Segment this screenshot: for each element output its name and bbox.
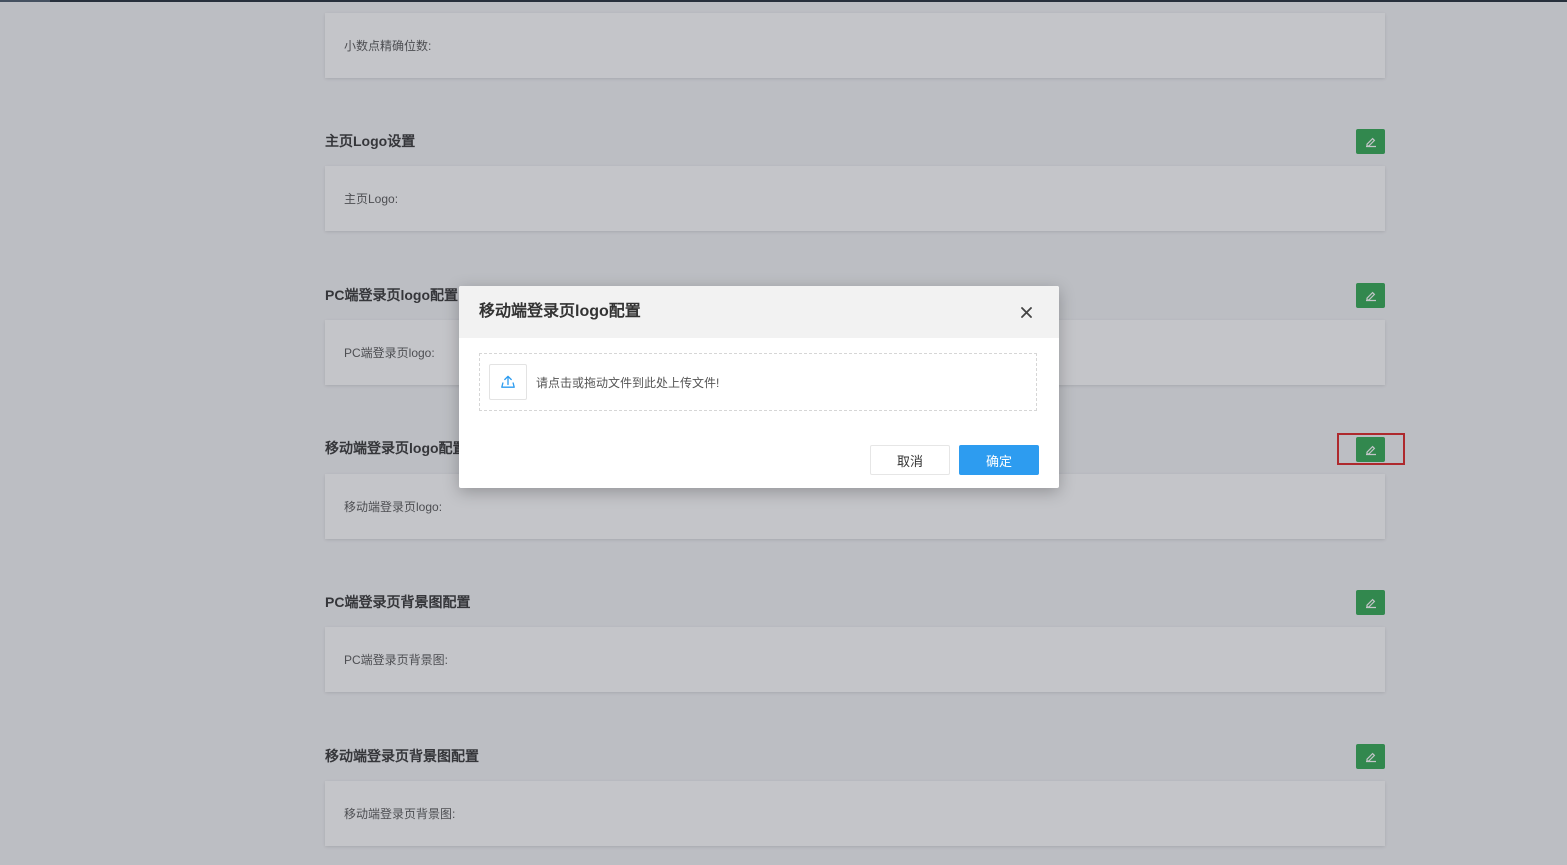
upload-dropzone[interactable]: 请点击或拖动文件到此处上传文件! (479, 353, 1037, 411)
close-icon (1020, 306, 1032, 318)
close-button[interactable] (1016, 302, 1036, 322)
cancel-button[interactable]: 取消 (870, 445, 950, 475)
upload-modal: 移动端登录页logo配置 请点击或拖动文件到此处上传文件! 取消 确定 (459, 286, 1059, 488)
dropzone-text: 请点击或拖动文件到此处上传文件! (536, 375, 720, 390)
confirm-button[interactable]: 确定 (959, 445, 1039, 475)
modal-title: 移动端登录页logo配置 (479, 303, 641, 320)
upload-button[interactable] (489, 364, 527, 400)
modal-header: 移动端登录页logo配置 (459, 286, 1059, 338)
upload-icon (501, 375, 515, 388)
